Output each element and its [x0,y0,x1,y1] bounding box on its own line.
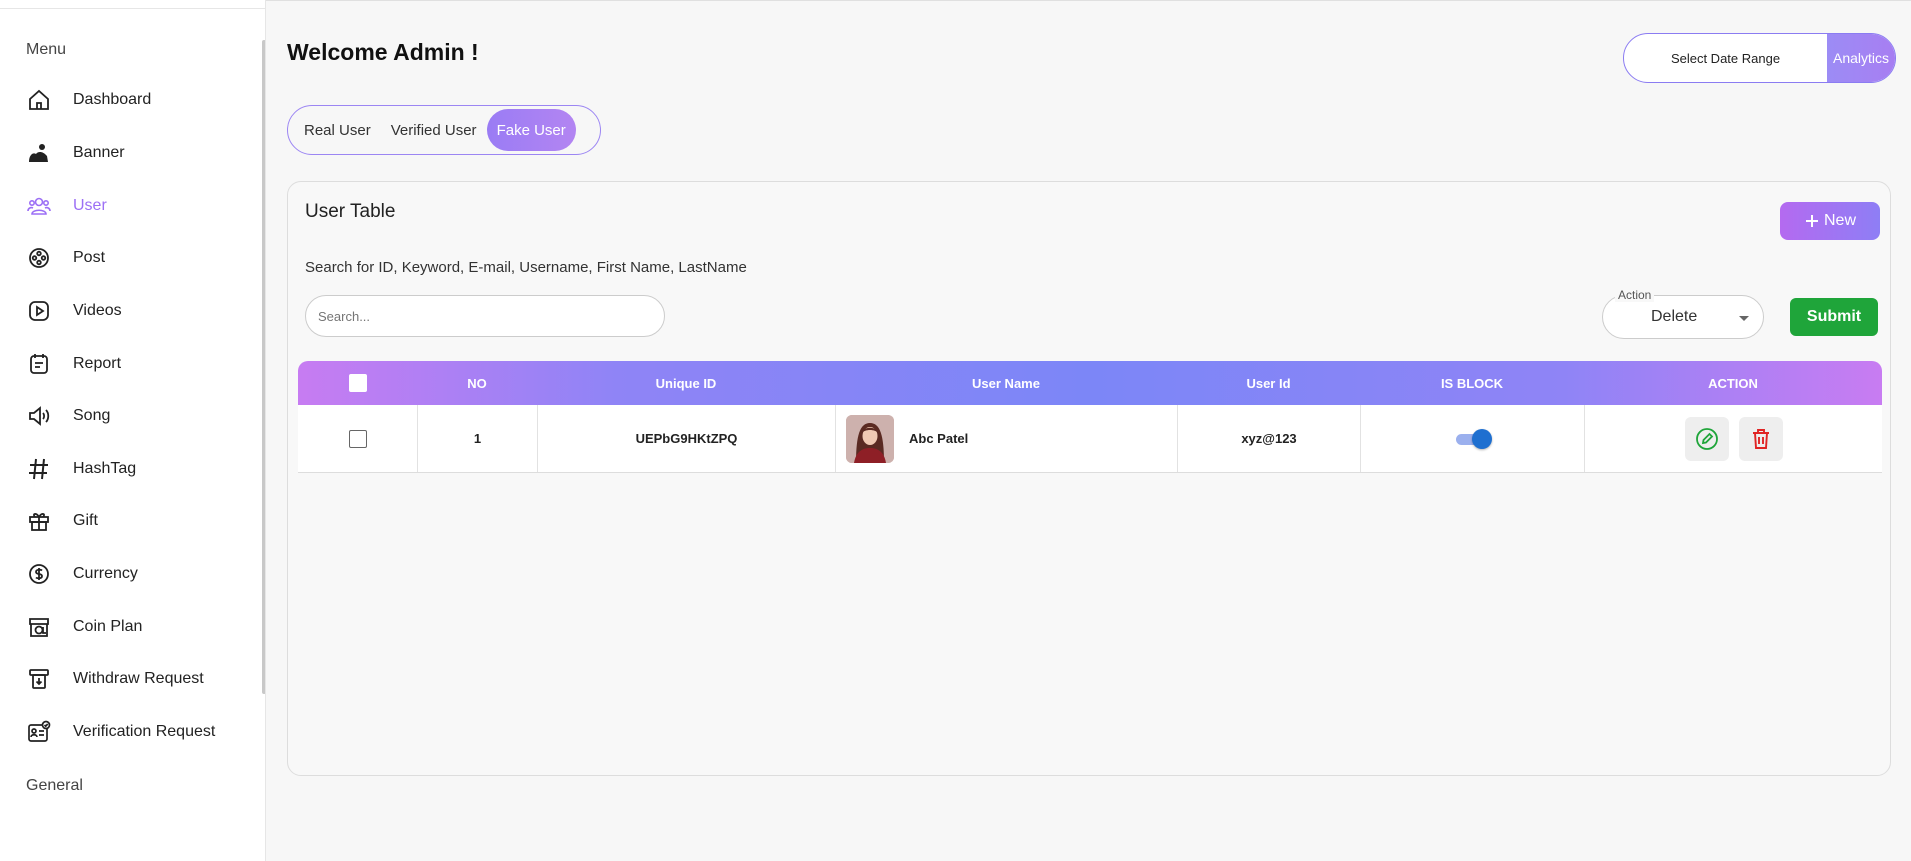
sidebar-item-videos[interactable]: Videos [26,291,256,331]
is-block-toggle[interactable] [1454,428,1492,449]
search-input[interactable] [305,295,665,337]
sidebar-item-label: Report [73,355,122,372]
image-icon [26,140,52,166]
row-user-id: xyz@123 [1177,405,1360,472]
sidebar-item-verification-request[interactable]: Verification Request [26,712,256,752]
sidebar: Menu Dashboard Banner User Post Videos R [0,0,266,861]
trash-icon [1749,427,1773,451]
report-icon [26,351,52,377]
user-type-tabs: Real User Verified User Fake User [287,105,601,155]
column-header-user-id: User Id [1246,375,1291,391]
page-title: Welcome Admin ! [287,39,479,65]
general-section-label: General [26,777,83,794]
home-icon [26,87,52,113]
sidebar-item-label: Coin Plan [73,618,143,635]
action-select-value: Delete [1651,308,1698,325]
select-all-checkbox[interactable] [348,374,367,392]
sidebar-item-currency[interactable]: Currency [26,554,256,594]
row-no: 1 [417,405,537,472]
user-table-card: User Table New Search for ID, Keyword, E… [287,181,1891,776]
sidebar-item-hashtag[interactable]: HashTag [26,449,256,489]
row-is-block-cell [1360,405,1584,472]
new-button-label: New [1823,212,1856,229]
column-header-is-block: IS BLOCK [1440,375,1504,391]
sidebar-item-label: Verification Request [73,723,216,740]
users-icon [26,193,52,219]
row-actions-cell [1584,405,1882,472]
sidebar-item-label: Videos [73,302,122,319]
tab-real-user[interactable]: Real User [294,109,381,151]
sidebar-item-label: Song [73,407,111,424]
dollar-icon [26,561,52,587]
column-header-no: NO [467,375,487,391]
speaker-icon [26,403,52,429]
sidebar-item-label: User [73,197,107,214]
sidebar-item-banner[interactable]: Banner [26,133,256,173]
row-user-name-cell: Abc Patel [835,405,1177,472]
card-title: User Table [305,201,396,222]
tab-fake-user[interactable]: Fake User [486,109,576,151]
menu-section-label: Menu [26,41,67,58]
new-button[interactable]: New [1780,202,1880,240]
sidebar-item-label: HashTag [73,460,137,477]
hashtag-icon [26,456,52,482]
plus-icon [1804,213,1820,229]
row-unique-id: UEPbG9HKtZPQ [537,405,835,472]
sidebar-item-label: Banner [73,144,125,161]
row-select-cell [298,405,417,472]
withdraw-icon [26,666,52,692]
select-all-cell [298,374,417,392]
sidebar-item-withdraw-request[interactable]: Withdraw Request [26,659,256,699]
top-divider [266,0,1911,1]
analytics-button[interactable]: Analytics [1827,34,1895,82]
sidebar-divider [0,8,265,9]
film-reel-icon [26,245,52,271]
search-hint: Search for ID, Keyword, E-mail, Username… [305,259,747,276]
edit-button[interactable] [1684,416,1729,461]
gift-icon [26,508,52,534]
chevron-down-icon [1739,316,1749,321]
play-icon [26,298,52,324]
delete-button[interactable] [1738,416,1783,461]
sidebar-item-post[interactable]: Post [26,238,256,278]
sidebar-item-label: Dashboard [73,91,152,108]
edit-icon [1695,427,1719,451]
table-row: 1 UEPbG9HKtZPQ Abc Patel xyz@123 [298,405,1882,473]
table-header: NO Unique ID User Name User Id IS BLOCK … [298,361,1882,405]
sidebar-scrollbar[interactable] [262,40,265,694]
sidebar-item-coin-plan[interactable]: Coin Plan [26,607,256,647]
date-range-picker: Select Date Range Analytics [1623,33,1896,83]
tab-verified-user[interactable]: Verified User [381,109,487,151]
column-header-action: ACTION [1708,375,1758,391]
sidebar-item-label: Withdraw Request [73,670,204,687]
sidebar-item-user[interactable]: User [26,186,256,226]
id-card-icon [26,719,52,745]
row-checkbox[interactable] [348,429,367,448]
coin-plan-icon [26,614,52,640]
sidebar-item-label: Post [73,249,106,266]
column-header-user-name: User Name [972,375,1040,391]
date-range-select[interactable]: Select Date Range [1624,34,1827,82]
avatar [846,414,894,463]
sidebar-item-label: Currency [73,565,138,582]
column-header-unique-id: Unique ID [655,375,717,391]
submit-button[interactable]: Submit [1790,298,1878,336]
sidebar-item-dashboard[interactable]: Dashboard [26,80,256,120]
sidebar-item-gift[interactable]: Gift [26,501,256,541]
sidebar-item-label: Gift [73,512,98,529]
sidebar-item-song[interactable]: Song [26,396,256,436]
row-user-name: Abc Patel [909,431,969,446]
action-select[interactable]: Action Delete [1602,288,1764,339]
sidebar-item-report[interactable]: Report [26,344,256,384]
action-select-label: Action [1615,288,1655,302]
